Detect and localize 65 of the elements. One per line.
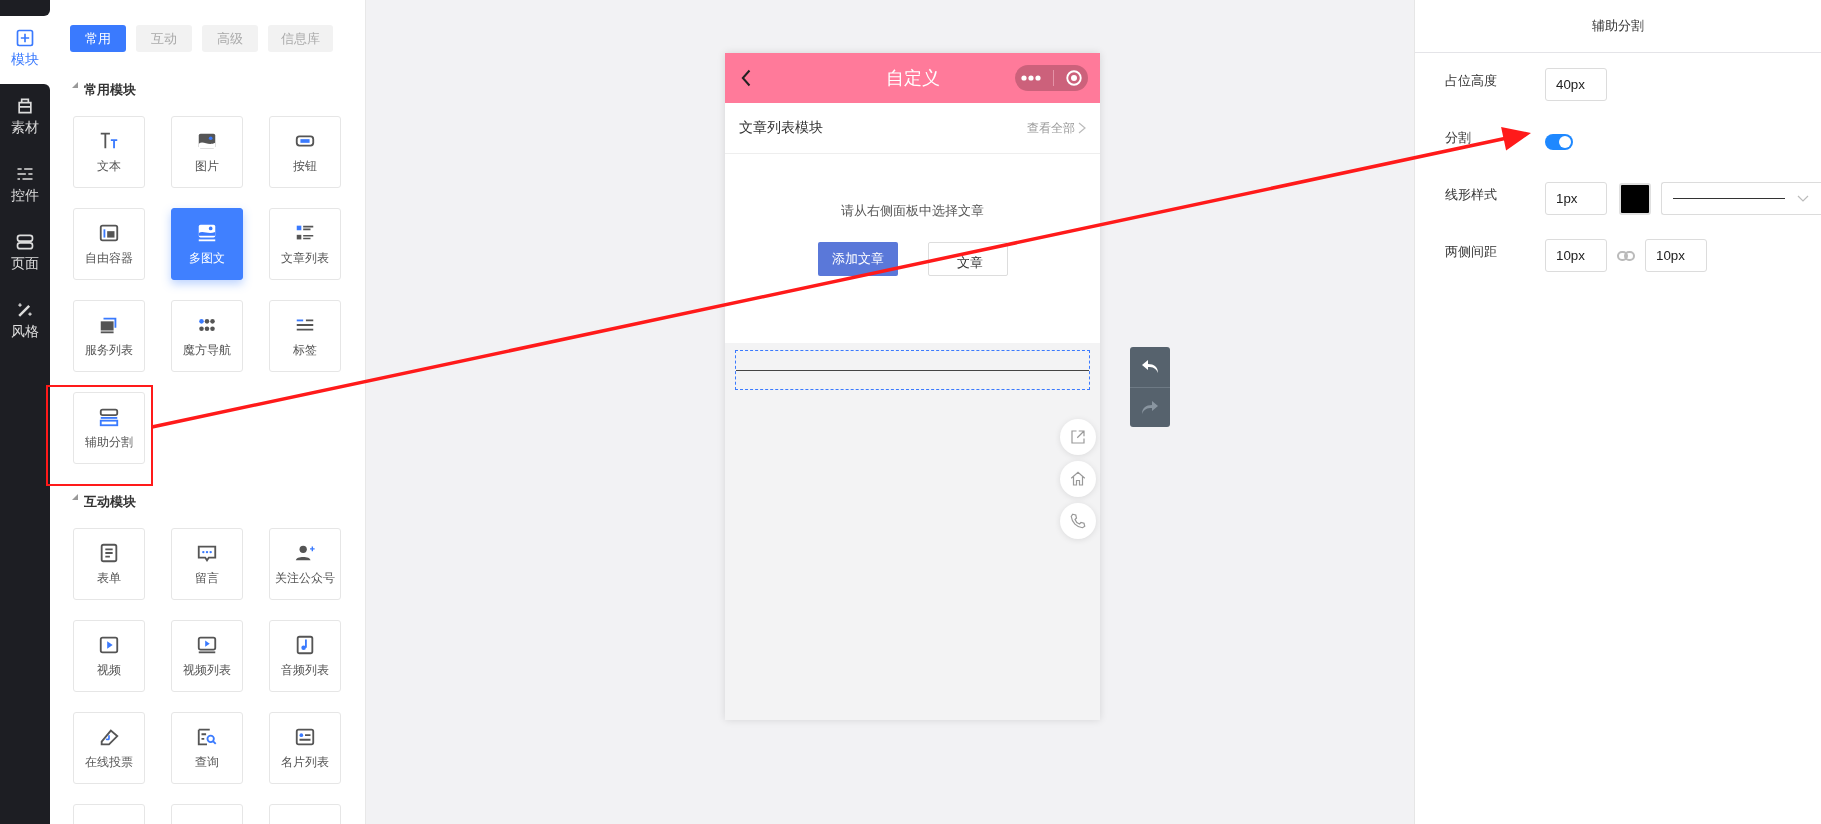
collapse-triangle-icon[interactable] [72, 494, 78, 500]
page-title: 自定义 [885, 67, 940, 90]
sidebar-item[interactable]: 风格 [0, 288, 50, 356]
empty-hint: 请从右侧面板中选择文章 [840, 202, 985, 220]
module-card[interactable]: 魔方导航 [171, 300, 243, 372]
share-button[interactable] [1060, 419, 1096, 455]
music-note-icon [294, 633, 316, 656]
page-icon [15, 232, 35, 252]
record-icon [1064, 69, 1083, 87]
setting-label: 线形样式 [1445, 186, 1498, 204]
module-card[interactable]: 查询 [171, 712, 243, 784]
phone-icon [1069, 512, 1087, 530]
module-card[interactable]: 按钮 [269, 116, 341, 188]
category-tab[interactable]: 常用 [70, 25, 126, 52]
value-field[interactable]: 40px [1545, 68, 1607, 101]
value-field[interactable]: 10px [1545, 239, 1607, 272]
home-button[interactable] [1060, 461, 1096, 497]
module-card[interactable]: 视频 [73, 620, 145, 692]
module-card[interactable]: 多图文 [171, 208, 243, 280]
line-style-select[interactable] [1661, 182, 1821, 215]
module-card[interactable]: 自由容器 [73, 208, 145, 280]
setting-label: 占位高度 [1445, 72, 1498, 90]
module-card[interactable]: 辅助分割 [73, 392, 145, 464]
module-card[interactable]: 关注公众号 [269, 528, 341, 600]
share-icon [1069, 428, 1087, 446]
module-card[interactable]: 在线投票 [73, 712, 145, 784]
phone-call-button[interactable] [1060, 503, 1096, 539]
module-card[interactable]: 图片 [171, 116, 243, 188]
add-icon [15, 28, 35, 48]
add-article-button[interactable]: 添加文章 [817, 242, 898, 276]
collapse-triangle-icon[interactable] [72, 82, 78, 88]
undo-arrow-icon [1141, 359, 1159, 375]
section-title: 互动模块 [84, 493, 136, 511]
toggle-switch[interactable] [1545, 133, 1573, 150]
sidebar-item[interactable]: 素材 [0, 84, 50, 152]
module-card[interactable]: 音频列表 [269, 620, 341, 692]
color-swatch[interactable] [1619, 182, 1651, 215]
link-icon [1617, 250, 1635, 261]
module-title: 文章列表模块 [739, 119, 823, 137]
module-card[interactable]: 服务列表 [73, 300, 145, 372]
redo-arrow-icon [1141, 399, 1159, 416]
chevron-right-icon [1078, 122, 1086, 134]
module-card[interactable]: 标签 [269, 300, 341, 372]
home-icon [1069, 470, 1087, 488]
chevron-down-icon [1797, 194, 1809, 203]
module-card[interactable]: 视频列表 [171, 620, 243, 692]
module-card[interactable]: 留言 [171, 528, 243, 600]
setting-label: 分割 [1445, 129, 1472, 147]
form-icon [98, 541, 120, 564]
module-card[interactable]: 名片列表 [269, 712, 341, 784]
sidebar-background [0, 0, 50, 16]
section-title: 常用模块 [84, 81, 136, 99]
module-card[interactable]: 文本 [73, 116, 145, 188]
sidebar-item[interactable]: 控件 [0, 152, 50, 220]
module-card[interactable]: 文章列表 [269, 208, 341, 280]
setting-label: 两侧间距 [1445, 243, 1498, 261]
more-icon [1020, 73, 1043, 83]
divider-placeholder[interactable] [735, 350, 1090, 390]
box-icon [15, 96, 35, 116]
panel-title: 辅助分割 [1415, 0, 1821, 53]
sidebar-item[interactable]: 页面 [0, 220, 50, 288]
module-card[interactable]: 表单 [73, 528, 145, 600]
value-field[interactable]: 1px [1545, 182, 1607, 215]
value-field[interactable]: 10px [1645, 239, 1707, 272]
capsule-menu[interactable] [1015, 65, 1088, 91]
